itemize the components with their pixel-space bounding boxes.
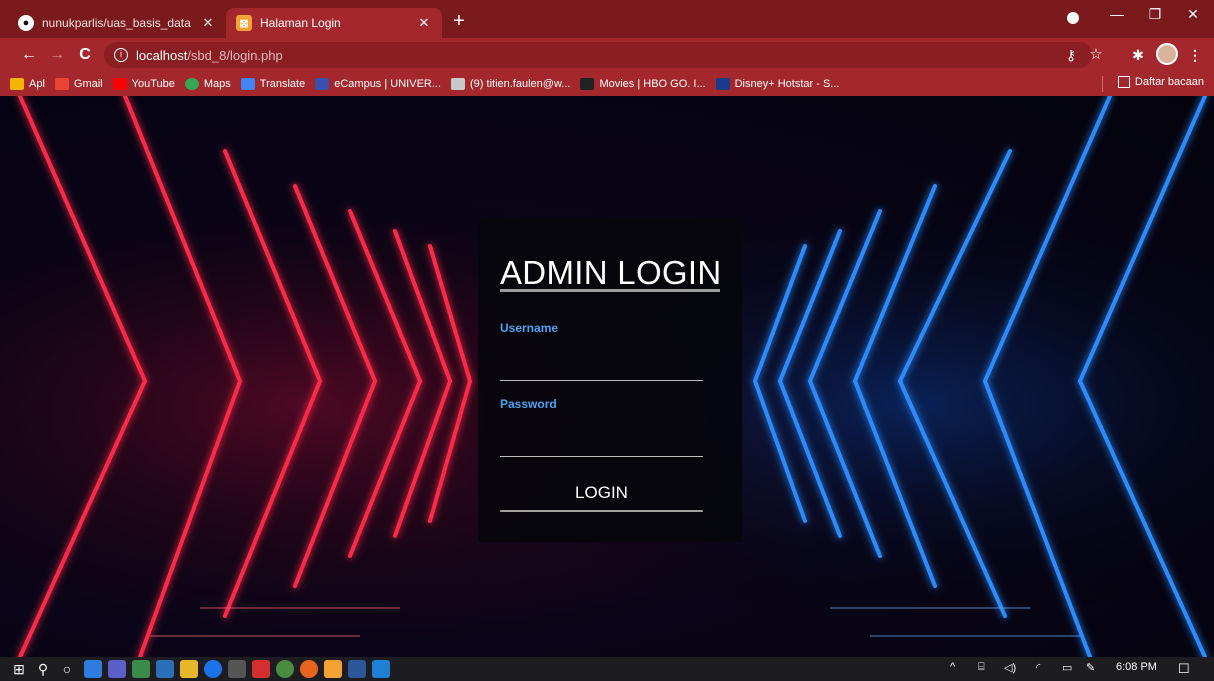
password-underline <box>500 456 703 457</box>
clock[interactable]: 6:08 PM <box>1116 661 1157 673</box>
bookmark-ecampus[interactable]: eCampus | UNIVER... <box>315 78 441 90</box>
bookmark-label: Translate <box>259 78 306 90</box>
bookmark-label: (9) titien.faulen@w... <box>470 78 571 90</box>
bookmark-hotstar[interactable]: Disney+ Hotstar - S... <box>715 78 840 90</box>
bookmark-hbo[interactable]: Movies | HBO GO. I... <box>580 78 706 90</box>
app-icon[interactable] <box>132 660 150 678</box>
word-icon[interactable] <box>348 660 366 678</box>
bookmark-label: Maps <box>203 78 231 90</box>
minimize-button[interactable]: — <box>1098 0 1136 30</box>
battery-icon[interactable]: ▭ <box>1062 661 1072 674</box>
bookmark-mail[interactable]: (9) titien.faulen@w... <box>451 78 570 90</box>
login-button[interactable]: LOGIN <box>500 480 703 506</box>
login-title: ADMIN LOGIN <box>500 254 722 291</box>
tab-strip: ● nunukparlis/uas_basis_data ✕ ⊠ Halaman… <box>0 0 1214 38</box>
youtube-icon <box>112 78 127 90</box>
title-underline <box>500 289 720 292</box>
profile-status-icon[interactable] <box>1067 12 1079 24</box>
bookmarks-bar: Apl Gmail YouTube Maps Translate eCampus… <box>0 72 1214 96</box>
username-input[interactable] <box>500 356 703 380</box>
close-icon[interactable]: ✕ <box>416 15 432 31</box>
login-card: ADMIN LOGIN Username Password LOGIN <box>478 218 742 542</box>
close-window-button[interactable]: ✕ <box>1174 0 1212 30</box>
pen-icon[interactable]: ✎ <box>1086 661 1095 674</box>
bookmark-label: Movies | HBO GO. I... <box>599 78 706 90</box>
windows-taskbar: ⊞ ⚲ ○ ^ ⌸ ◁) ◜ ▭ ✎ 6:08 PM ☐ <box>0 657 1214 681</box>
key-icon[interactable]: ⚷ <box>1060 44 1082 66</box>
reading-list-icon <box>1117 76 1130 88</box>
url-host: localhost <box>136 47 188 63</box>
bookmarks-divider <box>1102 76 1103 92</box>
github-icon: ● <box>18 15 34 31</box>
back-button[interactable]: ← <box>18 44 40 66</box>
username-label: Username <box>500 321 559 335</box>
reading-list-label: Daftar bacaan <box>1134 76 1204 88</box>
new-tab-button[interactable]: + <box>447 10 471 34</box>
bookmark-label: Gmail <box>73 78 103 90</box>
url-path: /sbd_8/login.php <box>187 47 283 63</box>
app-icon[interactable] <box>84 660 102 678</box>
tab-halaman-login[interactable]: ⊠ Halaman Login ✕ <box>226 8 442 38</box>
menu-kebab-icon[interactable]: ⋮ <box>1184 44 1206 66</box>
page-viewport: ADMIN LOGIN Username Password LOGIN <box>0 96 1214 657</box>
wifi-icon[interactable]: ◜ <box>1036 661 1040 674</box>
address-bar[interactable]: i localhost/sbd_8/login.php <box>104 42 1092 68</box>
phpmyadmin-icon: ⊠ <box>236 15 252 31</box>
bookmark-maps[interactable]: Maps <box>184 78 231 90</box>
bookmark-label: Disney+ Hotstar - S... <box>734 78 840 90</box>
apps-grid-icon <box>10 78 24 90</box>
browser-toolbar: ← → C i localhost/sbd_8/login.php ⚷ ☆ ✱ … <box>0 38 1214 72</box>
gmail-icon <box>54 78 69 90</box>
bookmark-label: Apl <box>29 78 45 90</box>
firefox-icon[interactable] <box>300 660 318 678</box>
login-button-underline <box>500 510 703 512</box>
cortana-icon[interactable]: ○ <box>58 659 76 679</box>
app-icon[interactable] <box>204 660 222 678</box>
bookmark-star-icon[interactable]: ☆ <box>1085 44 1107 66</box>
vscode-icon[interactable] <box>372 660 390 678</box>
tab-title: nunukparlis/uas_basis_data <box>42 16 191 30</box>
store-icon[interactable] <box>228 660 246 678</box>
reading-list-button[interactable]: Daftar bacaan <box>1117 76 1204 88</box>
hbo-icon <box>580 78 595 90</box>
tab-github[interactable]: ● nunukparlis/uas_basis_data ✕ <box>8 8 226 38</box>
bookmark-apl[interactable]: Apl <box>10 78 45 90</box>
maps-icon <box>184 78 199 90</box>
site-info-icon[interactable]: i <box>114 48 128 62</box>
acrobat-icon[interactable] <box>252 660 270 678</box>
bookmark-youtube[interactable]: YouTube <box>112 78 175 90</box>
windows-start-icon[interactable]: ⊞ <box>10 659 28 679</box>
bookmark-label: YouTube <box>131 78 175 90</box>
close-icon[interactable]: ✕ <box>200 15 216 31</box>
chrome-icon[interactable] <box>276 660 294 678</box>
reload-button[interactable]: C <box>74 44 96 66</box>
search-icon[interactable]: ⚲ <box>34 659 52 679</box>
restore-button[interactable]: ❐ <box>1136 0 1174 30</box>
avatar[interactable] <box>1156 43 1178 65</box>
teams-icon[interactable] <box>108 660 126 678</box>
bookmark-gmail[interactable]: Gmail <box>54 78 103 90</box>
extensions-icon[interactable]: ✱ <box>1127 44 1149 66</box>
tray-chevron-icon[interactable]: ^ <box>950 661 955 673</box>
phpmyadmin-icon[interactable] <box>324 660 342 678</box>
app-icon[interactable] <box>156 660 174 678</box>
password-input[interactable] <box>500 432 703 456</box>
tab-title: Halaman Login <box>260 16 341 30</box>
bookmark-translate[interactable]: Translate <box>240 78 306 90</box>
network-icon[interactable]: ⌸ <box>978 661 985 674</box>
forward-button[interactable]: → <box>46 44 68 66</box>
file-explorer-icon[interactable] <box>180 660 198 678</box>
password-label: Password <box>500 397 557 411</box>
mail-icon <box>451 78 466 90</box>
bookmark-label: eCampus | UNIVER... <box>334 78 442 90</box>
ecampus-icon <box>315 78 330 90</box>
notifications-icon[interactable]: ☐ <box>1178 661 1190 677</box>
username-underline <box>500 380 703 381</box>
translate-icon <box>240 78 255 90</box>
hotstar-icon <box>715 78 730 90</box>
volume-icon[interactable]: ◁) <box>1004 661 1016 674</box>
